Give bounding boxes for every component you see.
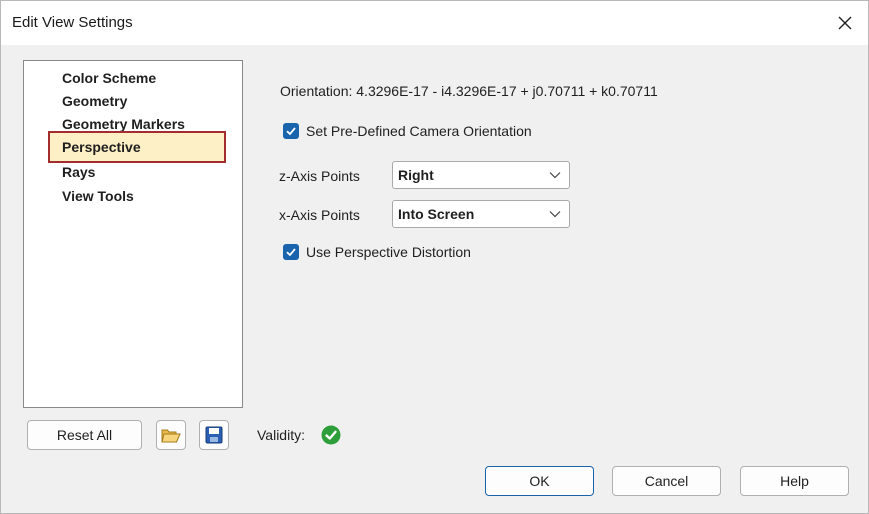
chevron-down-icon <box>549 211 561 218</box>
title-bar: Edit View Settings <box>1 1 868 45</box>
ok-button[interactable]: OK <box>485 466 594 496</box>
close-icon <box>838 16 852 30</box>
validity-check-icon <box>321 425 341 445</box>
settings-category-list[interactable]: Color Scheme Geometry Geometry Markers P… <box>23 60 243 408</box>
x-axis-select[interactable]: Into Screen <box>392 200 570 228</box>
validity-label: Validity: <box>257 427 305 443</box>
z-axis-label: z-Axis Points <box>279 168 360 184</box>
open-folder-icon <box>161 429 181 443</box>
checkmark-icon <box>286 127 296 136</box>
use-perspective-distortion-label[interactable]: Use Perspective Distortion <box>306 244 471 260</box>
set-camera-orientation-label[interactable]: Set Pre-Defined Camera Orientation <box>306 123 532 139</box>
use-perspective-distortion-checkbox[interactable] <box>283 244 299 260</box>
dialog-title: Edit View Settings <box>12 14 133 31</box>
x-axis-value: Into Screen <box>398 206 475 222</box>
set-camera-orientation-checkbox[interactable] <box>283 123 299 139</box>
cancel-button[interactable]: Cancel <box>612 466 721 496</box>
x-axis-label: x-Axis Points <box>279 207 360 223</box>
edit-view-settings-dialog: Edit View Settings Color Scheme Geometry… <box>0 0 869 514</box>
help-button[interactable]: Help <box>740 466 849 496</box>
close-button[interactable] <box>822 1 868 45</box>
nav-item-view-tools[interactable]: View Tools <box>62 187 134 205</box>
checkmark-icon <box>286 248 296 257</box>
save-disk-icon <box>205 426 223 444</box>
chevron-down-icon <box>549 172 561 179</box>
reset-all-button[interactable]: Reset All <box>27 420 142 450</box>
nav-item-color-scheme[interactable]: Color Scheme <box>62 69 156 87</box>
nav-item-geometry[interactable]: Geometry <box>62 92 127 110</box>
z-axis-value: Right <box>398 167 434 183</box>
save-file-button[interactable] <box>199 420 229 450</box>
orientation-readout: Orientation: 4.3296E-17 - i4.3296E-17 + … <box>280 83 658 99</box>
nav-item-perspective[interactable]: Perspective <box>48 131 226 163</box>
z-axis-select[interactable]: Right <box>392 161 570 189</box>
open-file-button[interactable] <box>156 420 186 450</box>
nav-item-rays[interactable]: Rays <box>62 163 95 181</box>
